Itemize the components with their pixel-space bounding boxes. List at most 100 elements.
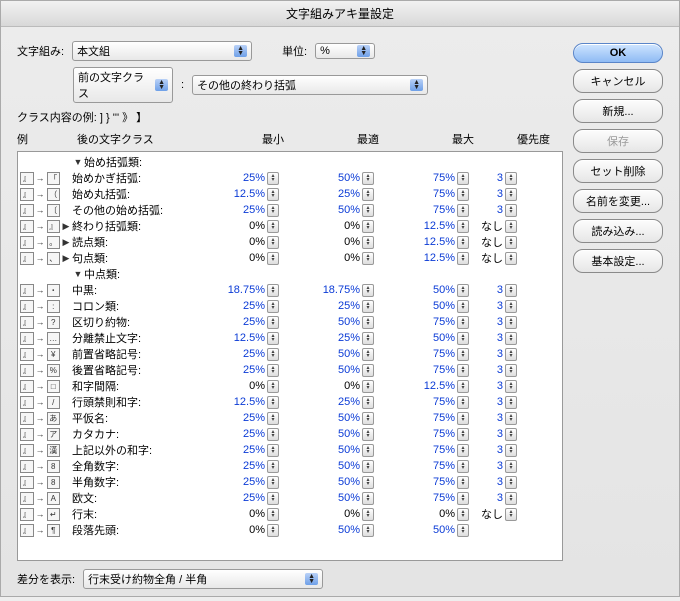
max-value[interactable]: 75% bbox=[409, 460, 455, 472]
stepper-icon[interactable]: ▴▾ bbox=[267, 380, 279, 393]
stepper-icon[interactable]: ▴▾ bbox=[457, 364, 469, 377]
opt-value[interactable]: 25% bbox=[314, 188, 360, 200]
stepper-icon[interactable]: ▴▾ bbox=[267, 460, 279, 473]
stepper-icon[interactable]: ▴▾ bbox=[457, 284, 469, 297]
max-value[interactable]: 75% bbox=[409, 444, 455, 456]
stepper-icon[interactable]: ▴▾ bbox=[267, 204, 279, 217]
stepper-icon[interactable]: ▴▾ bbox=[505, 332, 517, 345]
stepper-icon[interactable]: ▴▾ bbox=[267, 284, 279, 297]
max-value[interactable]: 12.5% bbox=[409, 380, 455, 392]
max-value[interactable]: 50% bbox=[409, 284, 455, 296]
min-value[interactable]: 25% bbox=[219, 428, 265, 440]
disclosure-triangle-icon[interactable]: ▶ bbox=[60, 253, 72, 264]
stepper-icon[interactable]: ▴▾ bbox=[362, 396, 374, 409]
opt-value[interactable]: 50% bbox=[314, 444, 360, 456]
stepper-icon[interactable]: ▴▾ bbox=[457, 492, 469, 505]
stepper-icon[interactable]: ▴▾ bbox=[505, 300, 517, 313]
stepper-icon[interactable]: ▴▾ bbox=[505, 252, 517, 265]
stepper-icon[interactable]: ▴▾ bbox=[457, 412, 469, 425]
stepper-icon[interactable]: ▴▾ bbox=[457, 316, 469, 329]
stepper-icon[interactable]: ▴▾ bbox=[505, 412, 517, 425]
stepper-icon[interactable]: ▴▾ bbox=[267, 236, 279, 249]
max-value[interactable]: 75% bbox=[409, 476, 455, 488]
stepper-icon[interactable]: ▴▾ bbox=[457, 508, 469, 521]
import-button[interactable]: 読み込み... bbox=[573, 219, 663, 243]
min-value[interactable]: 25% bbox=[219, 364, 265, 376]
stepper-icon[interactable]: ▴▾ bbox=[505, 364, 517, 377]
stepper-icon[interactable]: ▴▾ bbox=[505, 476, 517, 489]
opt-value[interactable]: 0% bbox=[314, 220, 360, 232]
min-value[interactable]: 25% bbox=[219, 460, 265, 472]
max-value[interactable]: 75% bbox=[409, 396, 455, 408]
opt-value[interactable]: 50% bbox=[314, 316, 360, 328]
max-value[interactable]: 0% bbox=[409, 508, 455, 520]
min-value[interactable]: 12.5% bbox=[219, 396, 265, 408]
min-value[interactable]: 25% bbox=[219, 348, 265, 360]
rename-button[interactable]: 名前を変更... bbox=[573, 189, 663, 213]
max-value[interactable]: 75% bbox=[409, 172, 455, 184]
mojikumi-select[interactable]: 本文組▲▼ bbox=[72, 41, 252, 61]
stepper-icon[interactable]: ▴▾ bbox=[505, 396, 517, 409]
disclosure-triangle-icon[interactable]: ▶ bbox=[60, 237, 72, 248]
stepper-icon[interactable]: ▴▾ bbox=[505, 444, 517, 457]
stepper-icon[interactable]: ▴▾ bbox=[362, 284, 374, 297]
min-value[interactable]: 25% bbox=[219, 492, 265, 504]
stepper-icon[interactable]: ▴▾ bbox=[362, 348, 374, 361]
max-value[interactable]: 12.5% bbox=[409, 220, 455, 232]
opt-value[interactable]: 50% bbox=[314, 524, 360, 536]
stepper-icon[interactable]: ▴▾ bbox=[362, 524, 374, 537]
stepper-icon[interactable]: ▴▾ bbox=[267, 172, 279, 185]
stepper-icon[interactable]: ▴▾ bbox=[457, 444, 469, 457]
stepper-icon[interactable]: ▴▾ bbox=[362, 188, 374, 201]
stepper-icon[interactable]: ▴▾ bbox=[362, 204, 374, 217]
max-value[interactable]: 75% bbox=[409, 188, 455, 200]
stepper-icon[interactable]: ▴▾ bbox=[362, 508, 374, 521]
disclosure-triangle-icon[interactable]: ▼ bbox=[72, 269, 84, 279]
opt-value[interactable]: 50% bbox=[314, 364, 360, 376]
min-value[interactable]: 0% bbox=[219, 508, 265, 520]
max-value[interactable]: 75% bbox=[409, 428, 455, 440]
min-value[interactable]: 25% bbox=[219, 204, 265, 216]
stepper-icon[interactable]: ▴▾ bbox=[267, 348, 279, 361]
stepper-icon[interactable]: ▴▾ bbox=[267, 220, 279, 233]
stepper-icon[interactable]: ▴▾ bbox=[267, 476, 279, 489]
stepper-icon[interactable]: ▴▾ bbox=[457, 220, 469, 233]
min-value[interactable]: 25% bbox=[219, 476, 265, 488]
stepper-icon[interactable]: ▴▾ bbox=[457, 396, 469, 409]
min-value[interactable]: 18.75% bbox=[219, 284, 265, 296]
stepper-icon[interactable]: ▴▾ bbox=[267, 300, 279, 313]
max-value[interactable]: 50% bbox=[409, 300, 455, 312]
stepper-icon[interactable]: ▴▾ bbox=[362, 380, 374, 393]
stepper-icon[interactable]: ▴▾ bbox=[362, 252, 374, 265]
opt-value[interactable]: 50% bbox=[314, 460, 360, 472]
unit-select[interactable]: %▲▼ bbox=[315, 43, 375, 59]
before-class-select[interactable]: 前の文字クラス▲▼ bbox=[73, 67, 173, 103]
stepper-icon[interactable]: ▴▾ bbox=[267, 492, 279, 505]
cancel-button[interactable]: キャンセル bbox=[573, 69, 663, 93]
max-value[interactable]: 75% bbox=[409, 316, 455, 328]
opt-value[interactable]: 50% bbox=[314, 412, 360, 424]
stepper-icon[interactable]: ▴▾ bbox=[362, 172, 374, 185]
stepper-icon[interactable]: ▴▾ bbox=[267, 396, 279, 409]
delete-set-button[interactable]: セット削除 bbox=[573, 159, 663, 183]
max-value[interactable]: 75% bbox=[409, 492, 455, 504]
stepper-icon[interactable]: ▴▾ bbox=[362, 492, 374, 505]
stepper-icon[interactable]: ▴▾ bbox=[505, 428, 517, 441]
basic-button[interactable]: 基本設定... bbox=[573, 249, 663, 273]
stepper-icon[interactable]: ▴▾ bbox=[457, 172, 469, 185]
stepper-icon[interactable]: ▴▾ bbox=[457, 300, 469, 313]
opt-value[interactable]: 50% bbox=[314, 492, 360, 504]
diff-select[interactable]: 行末受け約物全角 / 半角▲▼ bbox=[83, 569, 323, 589]
stepper-icon[interactable]: ▴▾ bbox=[457, 204, 469, 217]
stepper-icon[interactable]: ▴▾ bbox=[267, 412, 279, 425]
stepper-icon[interactable]: ▴▾ bbox=[505, 460, 517, 473]
opt-value[interactable]: 0% bbox=[314, 508, 360, 520]
min-value[interactable]: 25% bbox=[219, 412, 265, 424]
stepper-icon[interactable]: ▴▾ bbox=[267, 316, 279, 329]
opt-value[interactable]: 18.75% bbox=[314, 284, 360, 296]
disclosure-triangle-icon[interactable]: ▼ bbox=[72, 157, 84, 167]
stepper-icon[interactable]: ▴▾ bbox=[267, 524, 279, 537]
min-value[interactable]: 25% bbox=[219, 300, 265, 312]
stepper-icon[interactable]: ▴▾ bbox=[457, 348, 469, 361]
min-value[interactable]: 25% bbox=[219, 172, 265, 184]
